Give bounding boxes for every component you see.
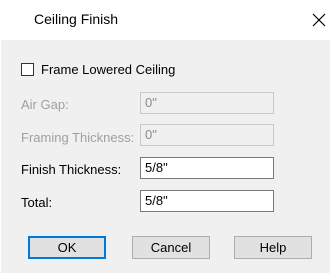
- finish-thickness-field[interactable]: 5/8": [140, 157, 274, 179]
- framing-thickness-field: 0": [140, 124, 274, 146]
- dialog-title: Ceiling Finish: [34, 11, 119, 27]
- ok-button[interactable]: OK: [28, 236, 106, 259]
- finish-thickness-label: Finish Thickness:: [21, 162, 122, 177]
- total-field[interactable]: 5/8": [140, 190, 274, 212]
- frame-lowered-ceiling-row[interactable]: Frame Lowered Ceiling: [21, 62, 175, 77]
- help-button[interactable]: Help: [234, 236, 312, 259]
- close-icon[interactable]: [307, 8, 331, 32]
- ceiling-finish-dialog: Ceiling Finish Frame Lowered Ceiling Air…: [0, 0, 331, 274]
- frame-lowered-ceiling-checkbox[interactable]: [21, 63, 34, 76]
- title-bar: Ceiling Finish: [0, 0, 331, 40]
- air-gap-label: Air Gap:: [21, 97, 69, 112]
- air-gap-field: 0": [140, 92, 274, 114]
- total-label: Total:: [21, 195, 53, 210]
- close-glyph: [312, 13, 326, 27]
- dialog-body: Frame Lowered Ceiling Air Gap: 0" Framin…: [1, 40, 330, 273]
- framing-thickness-label: Framing Thickness:: [21, 130, 135, 145]
- frame-lowered-ceiling-label: Frame Lowered Ceiling: [41, 62, 176, 77]
- cancel-button[interactable]: Cancel: [132, 236, 210, 259]
